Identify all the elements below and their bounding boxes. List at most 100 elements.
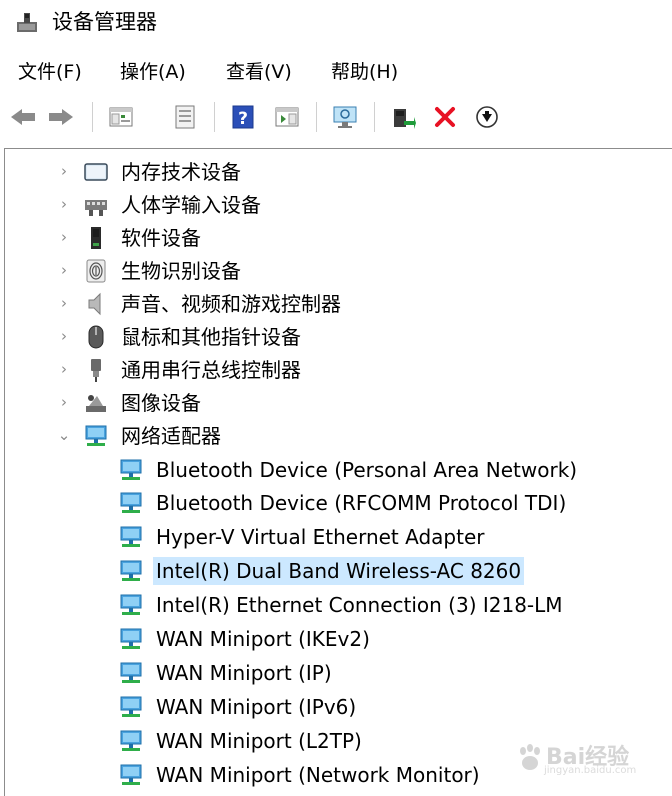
tree-item-label: 声音、视频和游戏控制器 bbox=[121, 292, 341, 316]
network-adapter-icon bbox=[120, 560, 142, 581]
uninstall-device-button[interactable] bbox=[428, 100, 462, 134]
window-title: 设备管理器 bbox=[52, 10, 157, 34]
network-adapter-icon bbox=[120, 730, 142, 751]
show-hide-tree-button[interactable] bbox=[104, 100, 138, 134]
device-manager-icon bbox=[17, 13, 37, 32]
update-driver-button[interactable] bbox=[386, 100, 420, 134]
network-adapter-label: Hyper-V Virtual Ethernet Adapter bbox=[156, 525, 485, 549]
network-adapter-item[interactable]: Hyper-V Virtual Ethernet Adapter bbox=[5, 521, 665, 553]
network-adapter-icon bbox=[120, 492, 142, 513]
chevron-right-icon[interactable]: › bbox=[57, 293, 71, 313]
disable-device-button[interactable] bbox=[470, 100, 504, 134]
tree-item-sound-video-game[interactable]: › 声音、视频和游戏控制器 bbox=[5, 288, 665, 320]
network-adapter-item-selected[interactable]: Intel(R) Dual Band Wireless-AC 8260 bbox=[5, 555, 665, 587]
svg-text:?: ? bbox=[238, 109, 248, 129]
network-adapter-item[interactable]: Intel(R) Ethernet Connection (3) I218-LM bbox=[5, 589, 665, 621]
back-button[interactable] bbox=[6, 100, 40, 134]
tree-item-software-devices[interactable]: › 软件设备 bbox=[5, 222, 665, 254]
mouse-icon bbox=[88, 325, 104, 349]
tree-item-label: 网络适配器 bbox=[121, 424, 221, 448]
biometric-device-icon bbox=[86, 259, 106, 283]
menu-help[interactable]: 帮助(H) bbox=[331, 58, 398, 86]
network-adapter-label: Intel(R) Ethernet Connection (3) I218-LM bbox=[156, 593, 563, 617]
network-adapter-icon bbox=[120, 662, 142, 683]
network-adapter-icon bbox=[120, 628, 142, 649]
chevron-right-icon[interactable]: › bbox=[57, 392, 71, 412]
tree-item-network-adapters[interactable]: ⌄ 网络适配器 bbox=[5, 420, 665, 452]
disable-device-icon bbox=[476, 106, 498, 128]
network-adapter-label: Bluetooth Device (Personal Area Network) bbox=[156, 458, 578, 482]
device-tree: › 内存技术设备 › 人体学输入设备 › 软件设备 › 生物识别设备 › 声音、… bbox=[4, 148, 672, 796]
hid-device-icon bbox=[85, 200, 107, 216]
help-icon: ? bbox=[232, 105, 254, 129]
scan-hardware-changes-icon bbox=[333, 106, 357, 128]
chevron-right-icon[interactable]: › bbox=[57, 161, 71, 181]
speaker-icon bbox=[88, 292, 101, 316]
memory-device-icon bbox=[84, 163, 108, 181]
chevron-down-icon[interactable]: ⌄ bbox=[57, 425, 71, 445]
network-adapter-label: WAN Miniport (Network Monitor) bbox=[156, 763, 480, 787]
scan-hardware-button[interactable] bbox=[328, 100, 362, 134]
menu-view[interactable]: 查看(V) bbox=[226, 58, 292, 86]
uninstall-device-icon bbox=[435, 107, 455, 127]
network-adapter-label: WAN Miniport (IKEv2) bbox=[156, 627, 370, 651]
network-adapter-item[interactable]: Bluetooth Device (Personal Area Network) bbox=[5, 454, 665, 486]
paw-logo-icon bbox=[520, 744, 540, 770]
software-device-icon bbox=[91, 227, 101, 249]
action-pane-button[interactable] bbox=[270, 100, 304, 134]
tree-item-label: 软件设备 bbox=[121, 226, 201, 250]
camera-icon bbox=[86, 395, 106, 412]
network-adapter-item[interactable]: WAN Miniport (IP) bbox=[5, 657, 665, 689]
properties-icon bbox=[175, 105, 195, 129]
help-button[interactable]: ? bbox=[226, 100, 260, 134]
chevron-right-icon[interactable]: › bbox=[57, 359, 71, 379]
network-adapter-icon bbox=[120, 594, 142, 615]
network-adapter-icon bbox=[120, 764, 142, 785]
network-adapter-label: Intel(R) Dual Band Wireless-AC 8260 bbox=[153, 557, 525, 585]
update-driver-icon bbox=[394, 109, 416, 129]
chevron-right-icon[interactable]: › bbox=[57, 194, 71, 214]
toolbar-separator bbox=[316, 102, 317, 132]
network-adapter-label: WAN Miniport (IPv6) bbox=[156, 695, 357, 719]
tree-item-label: 内存技术设备 bbox=[121, 160, 241, 184]
title-bar: 设备管理器 bbox=[0, 0, 672, 46]
tree-item-hid[interactable]: › 人体学输入设备 bbox=[5, 189, 665, 221]
back-arrow-icon bbox=[11, 109, 35, 125]
chevron-right-icon[interactable]: › bbox=[57, 326, 71, 346]
chevron-right-icon[interactable]: › bbox=[57, 260, 71, 280]
network-adapter-label: WAN Miniport (L2TP) bbox=[156, 729, 362, 753]
toolbar-separator bbox=[374, 102, 375, 132]
watermark-subtext: jingyan.baidu.com bbox=[544, 765, 637, 776]
network-adapter-item[interactable]: WAN Miniport (IKEv2) bbox=[5, 623, 665, 655]
tree-item-memory-devices[interactable]: › 内存技术设备 bbox=[5, 156, 665, 188]
network-adapter-icon bbox=[85, 425, 107, 446]
network-adapter-item[interactable]: WAN Miniport (IPv6) bbox=[5, 691, 665, 723]
chevron-right-icon[interactable]: › bbox=[57, 227, 71, 247]
network-adapter-icon bbox=[120, 459, 142, 480]
show-hide-console-tree-icon bbox=[109, 107, 133, 127]
properties-button[interactable] bbox=[168, 100, 202, 134]
usb-plug-icon bbox=[91, 359, 101, 382]
toolbar-separator bbox=[214, 102, 215, 132]
tree-item-label: 鼠标和其他指针设备 bbox=[121, 325, 301, 349]
network-adapter-label: Bluetooth Device (RFCOMM Protocol TDI) bbox=[156, 491, 567, 515]
menu-bar: 文件(F) 操作(A) 查看(V) 帮助(H) bbox=[0, 52, 672, 92]
toolbar-separator bbox=[92, 102, 93, 132]
tree-item-label: 图像设备 bbox=[121, 391, 201, 415]
forward-button[interactable] bbox=[44, 100, 78, 134]
action-pane-icon bbox=[275, 107, 299, 127]
baidu-watermark: Bai经验 jingyan.baidu.com bbox=[516, 739, 644, 781]
network-adapter-label: WAN Miniport (IP) bbox=[156, 661, 332, 685]
forward-arrow-icon bbox=[49, 109, 73, 125]
network-adapter-icon bbox=[120, 696, 142, 717]
tree-item-usb-controllers[interactable]: › 通用串行总线控制器 bbox=[5, 354, 665, 386]
menu-action[interactable]: 操作(A) bbox=[120, 58, 186, 86]
tree-item-label: 通用串行总线控制器 bbox=[121, 358, 301, 382]
network-adapter-item[interactable]: Bluetooth Device (RFCOMM Protocol TDI) bbox=[5, 487, 665, 519]
tree-item-biometric[interactable]: › 生物识别设备 bbox=[5, 255, 665, 287]
menu-file[interactable]: 文件(F) bbox=[18, 58, 82, 86]
network-adapter-icon bbox=[120, 526, 142, 547]
tree-item-mice[interactable]: › 鼠标和其他指针设备 bbox=[5, 321, 665, 353]
tree-item-imaging-devices[interactable]: › 图像设备 bbox=[5, 387, 665, 419]
toolbar: ? bbox=[0, 94, 672, 142]
